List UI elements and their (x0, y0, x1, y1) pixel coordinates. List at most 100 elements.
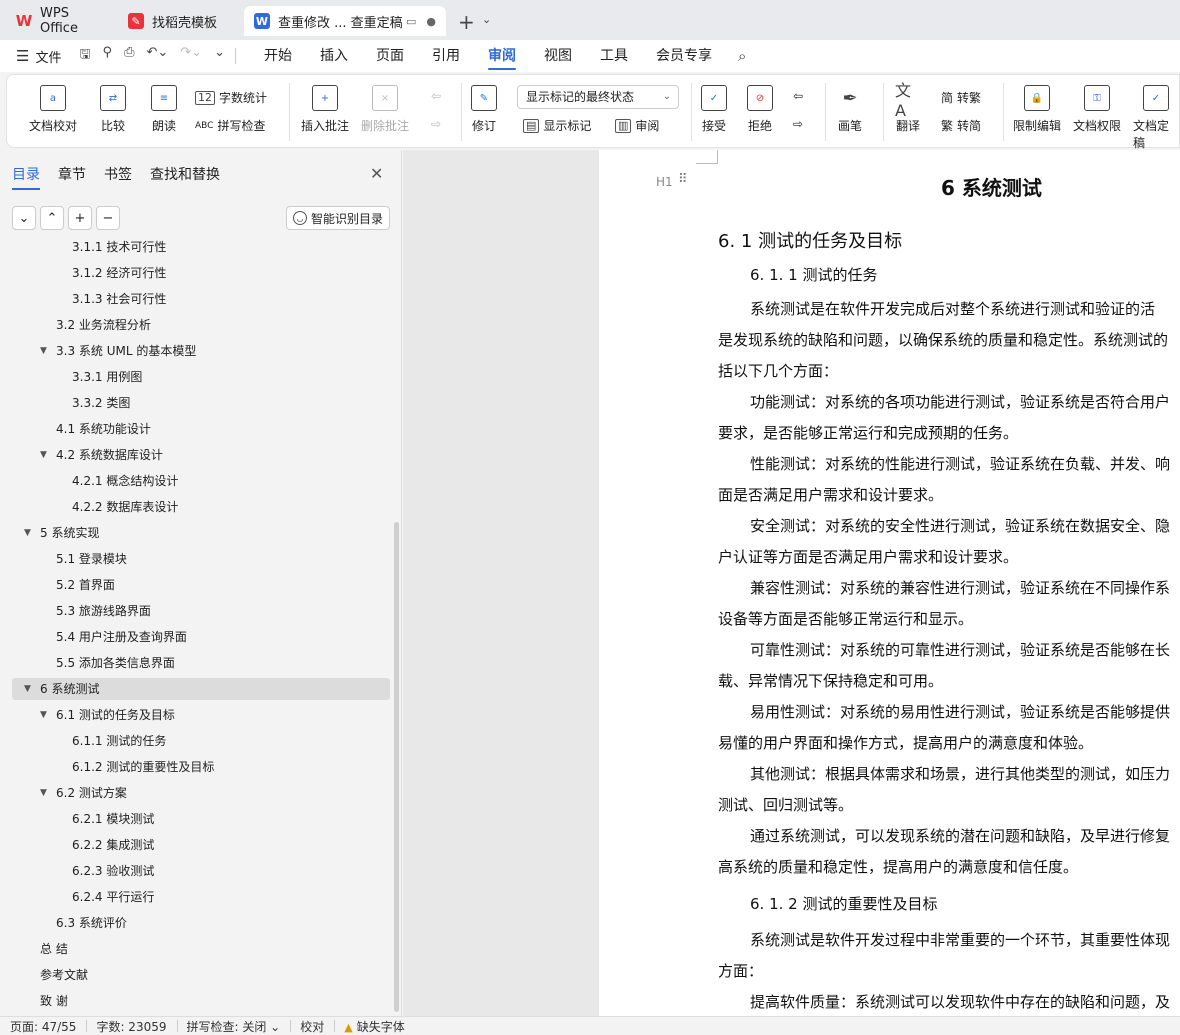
tab-wps-office[interactable]: W WPS Office (6, 6, 116, 36)
compare-button[interactable]: ⇄ 比较 (100, 85, 126, 134)
menu-tab-insert[interactable]: 插入 (306, 40, 362, 72)
toc-item[interactable]: ▼ 4.2 系统数据库设计 (40, 444, 163, 466)
proof-status[interactable]: 校对 (290, 1018, 334, 1035)
toc-item[interactable]: 3.1.1 技术可行性 (72, 238, 166, 258)
toc-item[interactable]: 4.2.1 概念结构设计 (72, 470, 178, 492)
toc-item[interactable]: 致 谢 (40, 990, 68, 1012)
show-markup-button[interactable]: ▤ 显示标记 (523, 117, 591, 134)
smart-toc-button[interactable]: ◡ 智能识别目录 (286, 206, 390, 230)
nav-tab-toc[interactable]: 目录 (12, 164, 40, 190)
nav-tab-find-replace[interactable]: 查找和替换 (150, 164, 220, 184)
tab-document[interactable]: W 查重修改 ... 查重定稿 ▭ ● (244, 6, 446, 36)
toc-item[interactable]: 6.1.1 测试的任务 (72, 730, 166, 752)
finalize-button[interactable]: ✓ 文档定稿 (1133, 85, 1179, 151)
toc-item[interactable]: 5.1 登录模块 (56, 548, 127, 570)
reject-button[interactable]: ⊘ 拒绝 (747, 85, 773, 134)
track-changes-button[interactable]: ✎ 修订 (471, 85, 497, 134)
toc-item[interactable]: ▼ 6 系统测试 (12, 678, 390, 700)
markup-mode-dropdown[interactable]: 显示标记的最终状态 ⌄ (517, 85, 679, 109)
restrict-editing-button[interactable]: 🔒 限制编辑 (1013, 85, 1061, 134)
prev-comment-icon[interactable]: ⇦ (431, 89, 441, 103)
more-chevron-icon[interactable]: ⌄ (214, 45, 225, 67)
expand-triangle-icon[interactable]: ▼ (40, 704, 47, 726)
new-tab-button[interactable]: + (458, 10, 475, 34)
toc-item[interactable]: 5.2 首界面 (56, 574, 115, 596)
toc-item[interactable]: ▼ 6.1 测试的任务及目标 (40, 704, 175, 726)
toc-item[interactable]: 参考文献 (40, 964, 88, 986)
toc-item[interactable]: 5.3 旅游线路界面 (56, 600, 151, 622)
toc-item[interactable]: 3.2 业务流程分析 (56, 314, 151, 336)
accept-button[interactable]: ✓ 接受 (701, 85, 727, 134)
expand-all-button[interactable]: ⌄ (12, 206, 36, 230)
menu-tab-tools[interactable]: 工具 (586, 40, 642, 72)
menu-tab-view[interactable]: 视图 (530, 40, 586, 72)
toc-item[interactable]: 6.2.2 集成测试 (72, 834, 154, 856)
toc-item[interactable]: 3.3.2 类图 (72, 392, 130, 414)
toc-item[interactable]: 4.2.2 数据库表设计 (72, 496, 178, 518)
close-icon[interactable]: ✕ (370, 164, 383, 183)
proof-button[interactable]: a 文档校对 (29, 85, 77, 134)
prev-change-icon[interactable]: ⇦ (793, 89, 803, 103)
heading-tool-icon[interactable]: H1 (656, 175, 673, 189)
delete-comment-button[interactable]: × 删除批注 (361, 85, 409, 134)
nav-tab-sections[interactable]: 章节 (58, 164, 86, 184)
page-indicator[interactable]: 页面: 47/55 (0, 1018, 86, 1035)
pen-button[interactable]: ✒ 画笔 (837, 85, 863, 134)
toc-item[interactable]: 5.4 用户注册及查询界面 (56, 626, 187, 648)
menu-tab-references[interactable]: 引用 (418, 40, 474, 72)
scrollbar[interactable] (394, 522, 399, 1012)
toc-item[interactable]: 5.5 添加各类信息界面 (56, 652, 175, 674)
share-icon[interactable]: ⚲ (103, 45, 113, 67)
undo-icon[interactable]: ↶⌄ (146, 45, 168, 67)
spellcheck-status[interactable]: 拼写检查: 关闭 ⌄ (176, 1018, 291, 1035)
file-menu[interactable]: 文件 (35, 47, 61, 66)
menu-tab-home[interactable]: 开始 (250, 40, 306, 72)
expand-triangle-icon[interactable]: ▼ (40, 340, 47, 362)
toc-item[interactable]: 3.1.2 经济可行性 (72, 262, 166, 284)
unsaved-dot-icon[interactable]: ● (426, 15, 436, 28)
expand-triangle-icon[interactable]: ▼ (24, 678, 31, 700)
tab-template[interactable]: ✎ 找稻壳模板 (118, 6, 242, 36)
toc-item[interactable]: 6.2.4 平行运行 (72, 886, 154, 908)
word-count[interactable]: 字数: 23059 (86, 1018, 176, 1035)
expand-triangle-icon[interactable]: ▼ (40, 782, 47, 804)
read-aloud-button[interactable]: ≡ 朗读 (151, 85, 177, 134)
expand-triangle-icon[interactable]: ▼ (40, 444, 47, 466)
next-change-icon[interactable]: ⇨ (793, 117, 803, 131)
toc-item[interactable]: 3.3.1 用例图 (72, 366, 142, 388)
review-pane-button[interactable]: ▥ 审阅 (615, 117, 659, 134)
search-icon[interactable]: ⌕ (738, 47, 746, 65)
save-icon[interactable]: 🖫 (79, 45, 90, 67)
translate-button[interactable]: 文A 翻译 (895, 81, 921, 134)
hamburger-icon[interactable]: ☰ (16, 47, 29, 65)
chevron-down-icon[interactable]: ⌄ (482, 13, 491, 26)
toc-item[interactable]: 6.3 系统评价 (56, 912, 127, 934)
toc-item[interactable]: 总 结 (40, 938, 68, 960)
add-heading-button[interactable]: + (68, 206, 92, 230)
print-preview-icon[interactable]: ⎙ (124, 45, 134, 67)
window-icon[interactable]: ▭ (406, 15, 416, 28)
wordcount-button[interactable]: 12 字数统计 (195, 89, 267, 106)
toc-item[interactable]: ▼ 5 系统实现 (24, 522, 99, 544)
menu-tab-page[interactable]: 页面 (362, 40, 418, 72)
toc-item[interactable]: ▼ 6.2 测试方案 (40, 782, 127, 804)
next-comment-icon[interactable]: ⇨ (431, 117, 441, 131)
remove-heading-button[interactable]: − (96, 206, 120, 230)
toc-item[interactable]: 6.1.2 测试的重要性及目标 (72, 756, 214, 778)
insert-comment-button[interactable]: + 插入批注 (301, 85, 349, 134)
doc-permission-button[interactable]: ⚿ 文档权限 (1073, 85, 1121, 134)
missing-font-status[interactable]: ▲ 缺失字体 (334, 1018, 414, 1035)
to-simplified-button[interactable]: 繁 转简 (941, 117, 981, 134)
to-traditional-button[interactable]: 简 转繁 (941, 89, 981, 106)
menu-tab-review[interactable]: 审阅 (474, 40, 530, 72)
toc-item[interactable]: ▼ 3.3 系统 UML 的基本模型 (40, 340, 196, 362)
toc-item[interactable]: 6.2.1 模块测试 (72, 808, 154, 830)
drag-handle-icon[interactable]: ⠿ (678, 172, 687, 187)
collapse-all-button[interactable]: ⌃ (40, 206, 64, 230)
toc-item[interactable]: 3.1.3 社会可行性 (72, 288, 166, 310)
expand-triangle-icon[interactable]: ▼ (24, 522, 31, 544)
toc-item[interactable]: 6.2.3 验收测试 (72, 860, 154, 882)
nav-tab-bookmarks[interactable]: 书签 (104, 164, 132, 184)
redo-icon[interactable]: ↷⌄ (180, 45, 202, 67)
menu-tab-member[interactable]: 会员专享 (642, 40, 726, 72)
